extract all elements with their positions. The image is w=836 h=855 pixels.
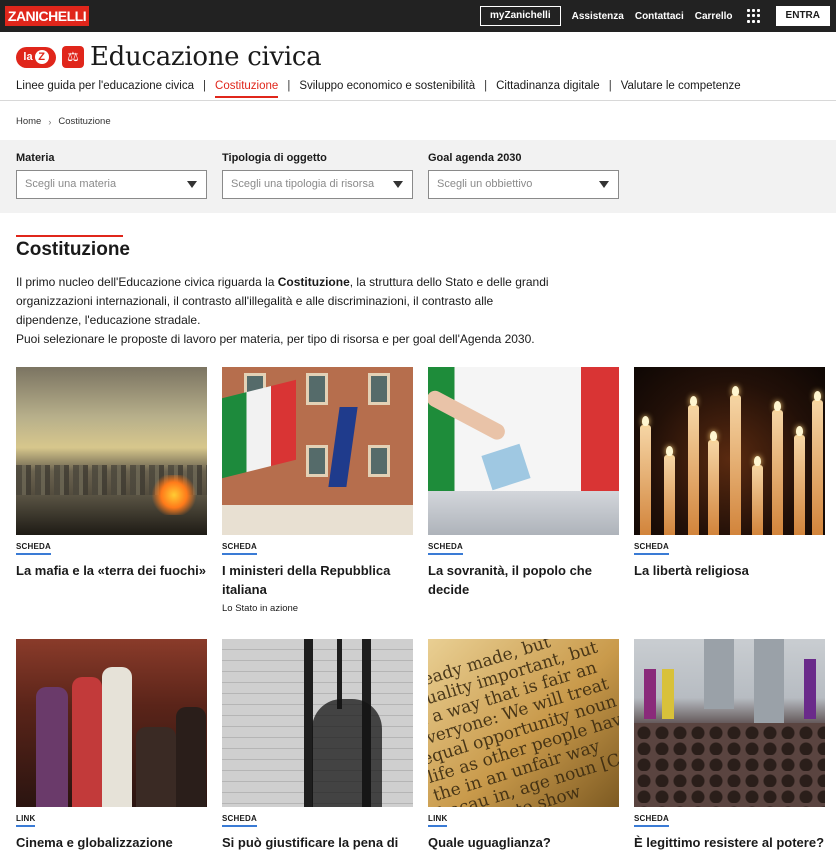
la-z-logo[interactable]: la Z bbox=[16, 46, 56, 68]
card-tag: SCHEDA bbox=[428, 542, 463, 555]
filter-tipologia: Tipologia di oggetto Scegli una tipologi… bbox=[222, 152, 413, 199]
filter-panel: Materia Scegli una materia Tipologia di … bbox=[0, 140, 836, 213]
intro-text: Il primo nucleo dell'Educazione civica r… bbox=[16, 275, 278, 289]
carrello-link[interactable]: Carrello bbox=[695, 11, 733, 22]
card-tag: SCHEDA bbox=[634, 814, 669, 827]
card-resistere-potere[interactable]: SCHEDA È legittimo resistere al potere? bbox=[634, 639, 825, 852]
caret-down-icon bbox=[187, 181, 197, 188]
site-header: la Z ⚖ Educazione civica bbox=[16, 42, 322, 72]
card-image[interactable]: already made, but equality important, bu… bbox=[428, 639, 619, 807]
card-title[interactable]: La sovranità, il popolo che decide bbox=[428, 561, 619, 599]
card-tag: SCHEDA bbox=[222, 542, 257, 555]
goal-select[interactable]: Scegli un obbiettivo bbox=[428, 170, 619, 199]
filter-label: Materia bbox=[16, 152, 55, 164]
card-title[interactable]: Quale uguaglianza? bbox=[428, 833, 619, 852]
nav-item-cittadinanza-digitale[interactable]: Cittadinanza digitale bbox=[496, 80, 600, 96]
nav-separator: | bbox=[203, 80, 207, 92]
card-uguaglianza[interactable]: already made, but equality important, bu… bbox=[428, 639, 619, 852]
card-image[interactable] bbox=[222, 639, 413, 807]
nav-separator: | bbox=[287, 80, 291, 92]
contattaci-link[interactable]: Contattaci bbox=[635, 11, 684, 22]
card-tag: SCHEDA bbox=[222, 814, 257, 827]
nav-item-sviluppo-economico[interactable]: Sviluppo economico e sostenibilità bbox=[299, 80, 475, 96]
myzanichelli-button[interactable]: myZanichelli bbox=[480, 6, 561, 26]
caret-down-icon bbox=[393, 181, 403, 188]
card-ministeri[interactable]: SCHEDA I ministeri della Repubblica ital… bbox=[222, 367, 413, 614]
card-cinema[interactable]: LINK Cinema e globalizzazione bbox=[16, 639, 207, 852]
card-tag: SCHEDA bbox=[16, 542, 51, 555]
top-nav: myZanichelli Assistenza Contattaci Carre… bbox=[480, 6, 830, 26]
educazione-civica-icon: ⚖ bbox=[62, 46, 84, 68]
card-image[interactable] bbox=[222, 367, 413, 535]
card-image[interactable] bbox=[634, 367, 825, 535]
filter-goal: Goal agenda 2030 Scegli un obbiettivo bbox=[428, 152, 619, 199]
page-title: Educazione civica bbox=[90, 42, 322, 72]
card-title[interactable]: La libertà religiosa bbox=[634, 561, 825, 580]
breadcrumb-home[interactable]: Home bbox=[16, 116, 41, 127]
card-subtitle: Lo Stato in azione bbox=[222, 603, 299, 614]
caret-down-icon bbox=[599, 181, 609, 188]
card-image[interactable] bbox=[428, 367, 619, 535]
filter-label: Tipologia di oggetto bbox=[222, 152, 327, 164]
nav-item-costituzione[interactable]: Costituzione bbox=[215, 80, 279, 98]
chevron-right-icon: › bbox=[48, 116, 52, 127]
zanichelli-logo[interactable]: ZANICHELLI bbox=[5, 6, 89, 26]
card-image[interactable] bbox=[16, 367, 207, 535]
card-title[interactable]: I ministeri della Repubblica italiana bbox=[222, 561, 413, 599]
assistenza-link[interactable]: Assistenza bbox=[572, 11, 624, 22]
filter-materia: Materia Scegli una materia bbox=[16, 152, 207, 199]
tipologia-select[interactable]: Scegli una tipologia di risorsa bbox=[222, 170, 413, 199]
dictionary-text: already made, but equality important, bu… bbox=[428, 639, 619, 807]
nav-separator: | bbox=[608, 80, 612, 92]
card-title[interactable]: È legittimo resistere al potere? bbox=[634, 833, 825, 852]
entra-button[interactable]: ENTRA bbox=[775, 6, 830, 26]
card-sovranita[interactable]: SCHEDA La sovranità, il popolo che decid… bbox=[428, 367, 619, 599]
nav-divider bbox=[0, 100, 836, 101]
card-title[interactable]: Si può giustificare la pena di bbox=[222, 833, 413, 852]
card-pena-di-morte[interactable]: SCHEDA Si può giustificare la pena di bbox=[222, 639, 413, 852]
card-tag: SCHEDA bbox=[634, 542, 669, 555]
card-mafia[interactable]: SCHEDA La mafia e la «terra dei fuochi» bbox=[16, 367, 207, 580]
intro-bold: Costituzione bbox=[277, 275, 350, 289]
select-placeholder: Scegli un obbiettivo bbox=[437, 178, 533, 190]
grid-icon[interactable] bbox=[746, 9, 761, 23]
intro-text-line2: Puoi selezionare le proposte di lavoro p… bbox=[16, 332, 535, 346]
card-tag: LINK bbox=[428, 814, 448, 827]
nav-item-valutare-competenze[interactable]: Valutare le competenze bbox=[621, 80, 741, 96]
section-accent-bar bbox=[16, 235, 123, 237]
select-placeholder: Scegli una materia bbox=[25, 178, 117, 190]
nav-separator: | bbox=[484, 80, 488, 92]
select-placeholder: Scegli una tipologia di risorsa bbox=[231, 178, 375, 190]
card-image[interactable] bbox=[634, 639, 825, 807]
breadcrumb-current[interactable]: Costituzione bbox=[58, 116, 110, 127]
section-title: Costituzione bbox=[16, 239, 130, 260]
card-tag: LINK bbox=[16, 814, 36, 827]
card-liberta-religiosa[interactable]: SCHEDA La libertà religiosa bbox=[634, 367, 825, 580]
nav-item-linee-guida[interactable]: Linee guida per l'educazione civica bbox=[16, 80, 194, 96]
card-title[interactable]: La mafia e la «terra dei fuochi» bbox=[16, 561, 207, 580]
section-intro: Il primo nucleo dell'Educazione civica r… bbox=[16, 273, 561, 349]
top-bar: ZANICHELLI myZanichelli Assistenza Conta… bbox=[0, 0, 836, 32]
card-title[interactable]: Cinema e globalizzazione bbox=[16, 833, 207, 852]
card-image[interactable] bbox=[16, 639, 207, 807]
filter-label: Goal agenda 2030 bbox=[428, 152, 522, 164]
breadcrumb: Home › Costituzione bbox=[16, 116, 111, 127]
main-nav: Linee guida per l'educazione civica | Co… bbox=[16, 80, 741, 98]
materia-select[interactable]: Scegli una materia bbox=[16, 170, 207, 199]
